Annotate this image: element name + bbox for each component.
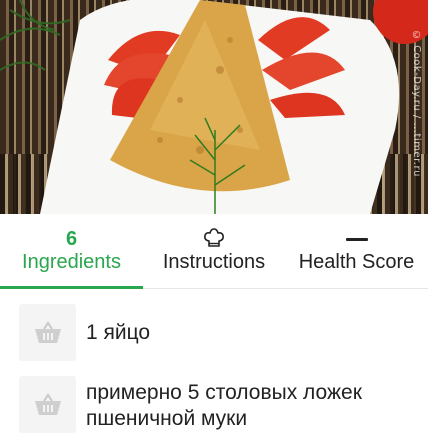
tab-instructions[interactable]: Instructions	[143, 214, 285, 288]
ingredient-text: 1 яйцо	[86, 321, 151, 344]
dill-sprigs	[0, 0, 71, 71]
active-tab-indicator	[0, 286, 143, 289]
dash-icon	[345, 237, 368, 241]
food-photo	[0, 0, 428, 214]
recipe-tabs: 6 Ingredients Instructions Health Score	[0, 214, 428, 289]
tab-instructions-label: Instructions	[162, 251, 266, 273]
recipe-hero-image: © Cook-Day.ru / ...timer.ru	[0, 0, 428, 214]
tab-health-score-label: Health Score	[298, 251, 415, 273]
tab-ingredients[interactable]: 6 Ingredients	[0, 214, 143, 289]
ingredient-count: 6	[65, 227, 78, 250]
ingredient-thumb	[19, 376, 76, 433]
basket-icon	[34, 320, 61, 343]
basket-icon	[34, 392, 61, 415]
photo-watermark: © Cook-Day.ru / ...timer.ru	[411, 30, 422, 177]
tab-ingredients-label: Ingredients	[22, 251, 121, 273]
ingredient-text: примерно 5 столовых ложек пшеничной муки	[86, 381, 362, 430]
ingredient-thumb	[19, 304, 76, 361]
chef-hat-icon	[204, 228, 224, 247]
tab-health-score[interactable]: Health Score	[285, 214, 428, 288]
